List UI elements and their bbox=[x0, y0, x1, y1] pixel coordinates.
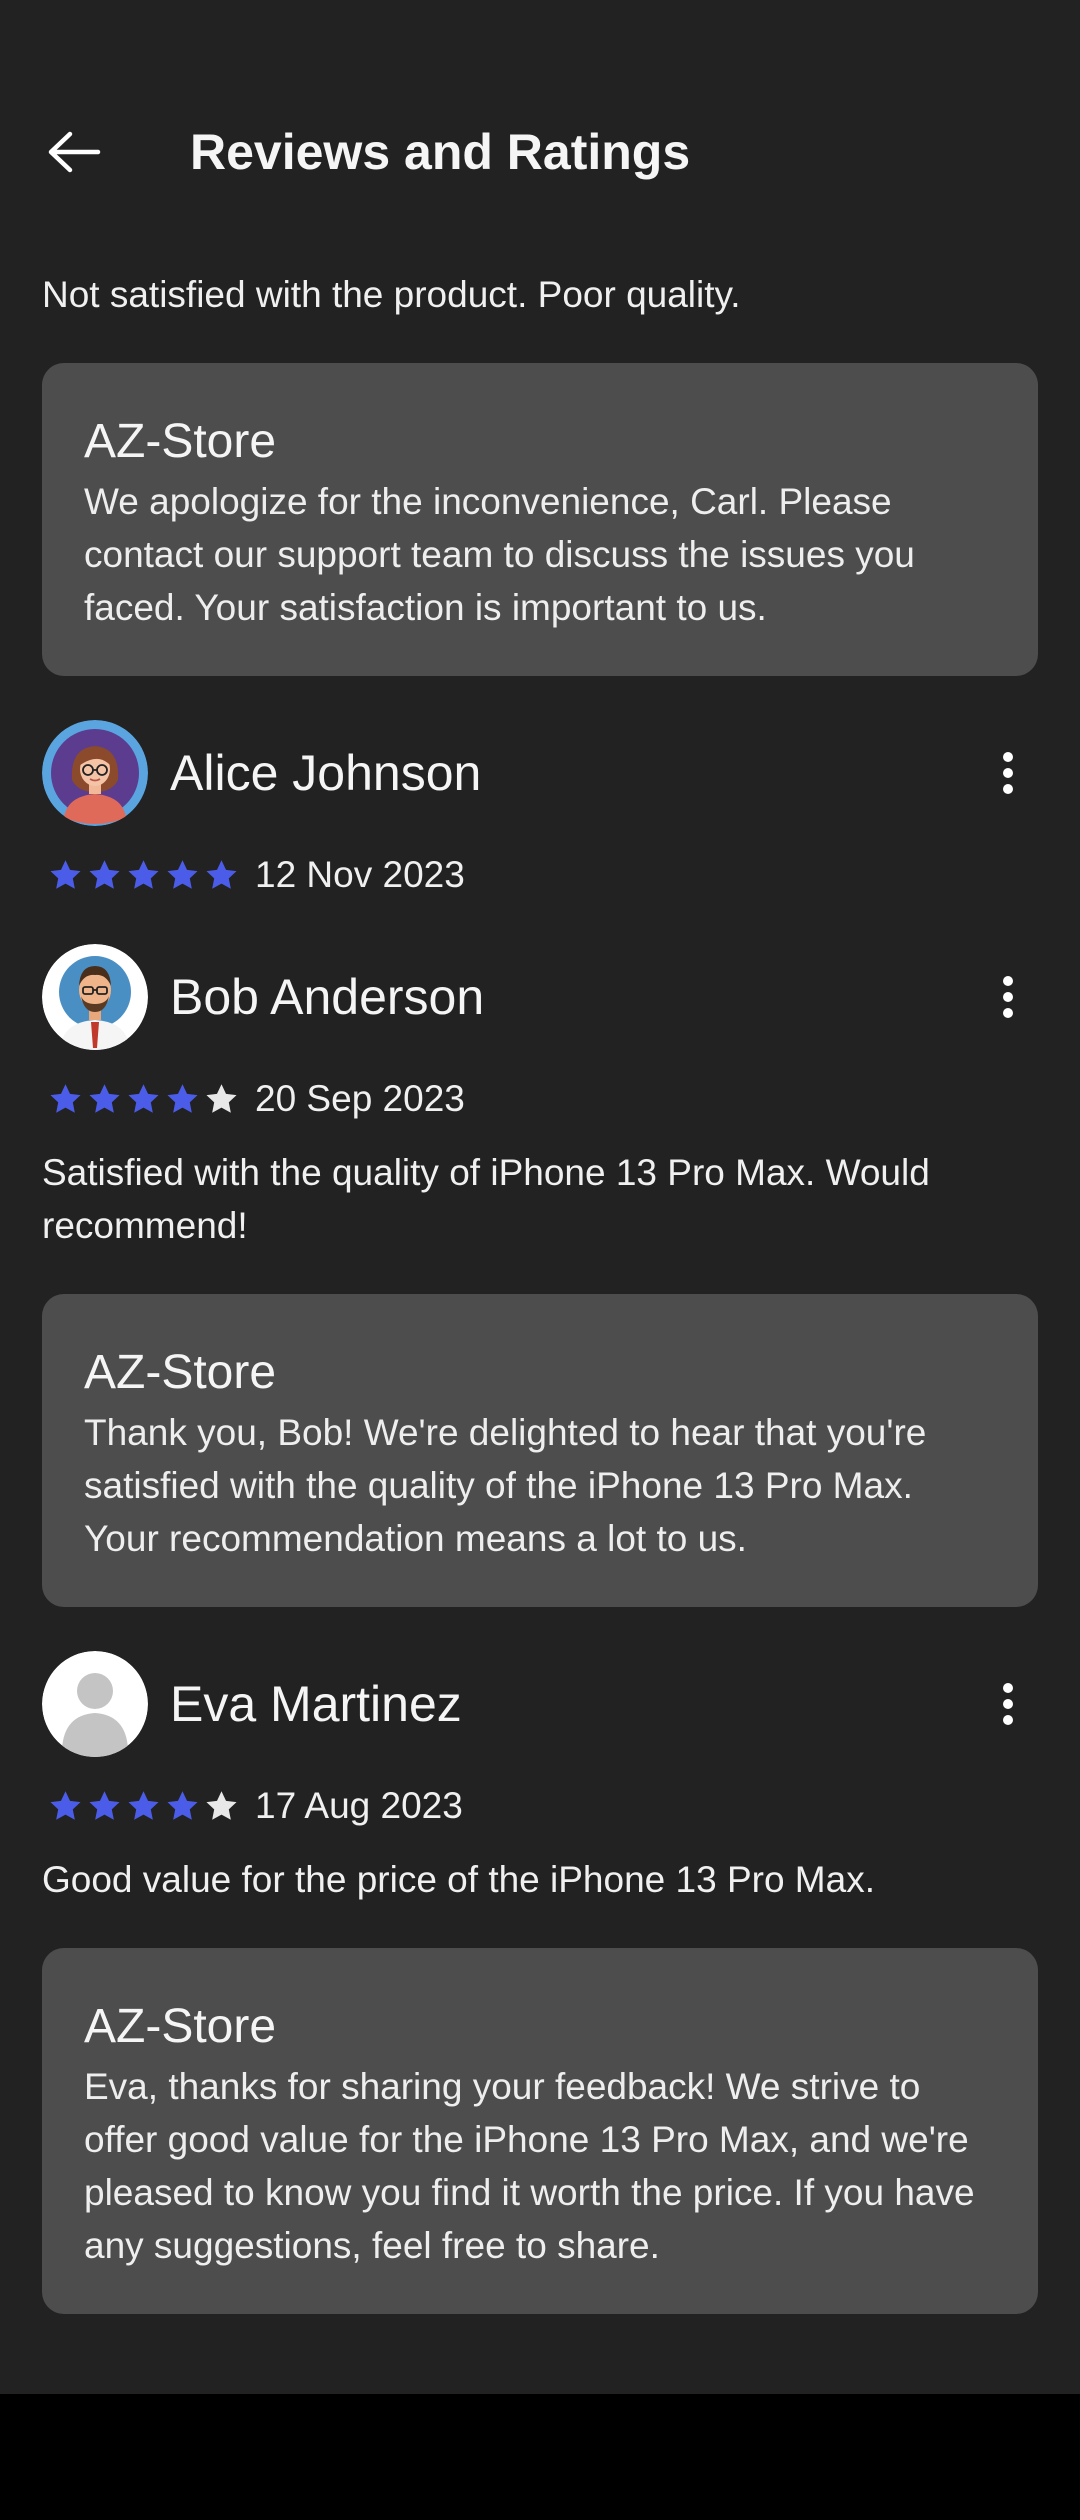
review-item: Alice Johnson 12 Nov 2023 bbox=[42, 720, 1038, 900]
star-filled-icon bbox=[50, 1083, 81, 1113]
star-filled-icon bbox=[128, 1790, 159, 1820]
star-filled-icon bbox=[89, 859, 120, 889]
review-text: Satisfied with the quality of iPhone 13 … bbox=[42, 1152, 930, 1246]
reply-author: AZ-Store bbox=[84, 2000, 277, 2053]
star-filled-icon bbox=[128, 859, 159, 889]
star-filled-icon bbox=[206, 859, 237, 889]
reviewer-name: Alice Johnson bbox=[170, 745, 482, 801]
star-empty-icon bbox=[206, 1790, 237, 1820]
reviewer-name: Eva Martinez bbox=[170, 1676, 462, 1732]
more-vertical-icon bbox=[1003, 1683, 1013, 1725]
reply-body: Thank you, Bob! We're delighted to hear … bbox=[84, 1412, 927, 1559]
review-date: 17 Aug 2023 bbox=[255, 1785, 463, 1826]
star-rating bbox=[48, 1082, 239, 1117]
reviews-list: Not satisfied with the product. Poor qua… bbox=[42, 268, 1038, 2314]
rating-row: 12 Nov 2023 bbox=[42, 850, 1038, 900]
app-header: Reviews and Ratings bbox=[0, 100, 1080, 205]
man-avatar-icon bbox=[42, 944, 148, 1050]
star-rating bbox=[48, 858, 239, 893]
system-navigation-bar bbox=[0, 2394, 1080, 2520]
store-reply-card: AZ-Store Thank you, Bob! We're delighted… bbox=[42, 1294, 1038, 1607]
rating-row: 17 Aug 2023 bbox=[42, 1781, 1038, 1831]
star-rating bbox=[48, 1789, 239, 1824]
back-button[interactable] bbox=[38, 122, 110, 182]
page-title: Reviews and Ratings bbox=[190, 124, 691, 180]
arrow-left-icon bbox=[48, 131, 101, 173]
review-text: Good value for the price of the iPhone 1… bbox=[42, 1859, 875, 1900]
star-empty-icon bbox=[206, 1083, 237, 1113]
star-filled-icon bbox=[167, 859, 198, 889]
review-text: Not satisfied with the product. Poor qua… bbox=[42, 274, 741, 315]
review-date: 12 Nov 2023 bbox=[255, 854, 465, 895]
more-options-button[interactable] bbox=[978, 964, 1038, 1030]
star-filled-icon bbox=[89, 1790, 120, 1820]
default-user-avatar-icon bbox=[42, 1651, 148, 1757]
star-filled-icon bbox=[167, 1790, 198, 1820]
more-options-button[interactable] bbox=[978, 1671, 1038, 1737]
reviewer-name: Bob Anderson bbox=[170, 969, 485, 1025]
star-filled-icon bbox=[167, 1083, 198, 1113]
review-date: 20 Sep 2023 bbox=[255, 1078, 465, 1119]
star-filled-icon bbox=[89, 1083, 120, 1113]
more-vertical-icon bbox=[1003, 752, 1013, 794]
store-reply-card: AZ-Store We apologize for the inconvenie… bbox=[42, 363, 1038, 676]
reply-body: Eva, thanks for sharing your feedback! W… bbox=[84, 2066, 975, 2266]
more-options-button[interactable] bbox=[978, 740, 1038, 806]
rating-row: 20 Sep 2023 bbox=[42, 1074, 1038, 1124]
woman-avatar-icon bbox=[42, 720, 148, 826]
store-reply-card: AZ-Store Eva, thanks for sharing your fe… bbox=[42, 1948, 1038, 2314]
reply-body: We apologize for the inconvenience, Carl… bbox=[84, 481, 915, 628]
review-item: Bob Anderson 20 Sep 2023 Satisfied with … bbox=[42, 944, 1038, 1607]
star-filled-icon bbox=[50, 1790, 81, 1820]
reply-author: AZ-Store bbox=[84, 1346, 277, 1399]
star-filled-icon bbox=[128, 1083, 159, 1113]
reply-author: AZ-Store bbox=[84, 415, 277, 468]
star-filled-icon bbox=[50, 859, 81, 889]
review-item: Eva Martinez 17 Aug 2023 Good value for … bbox=[42, 1651, 1038, 2314]
more-vertical-icon bbox=[1003, 976, 1013, 1018]
